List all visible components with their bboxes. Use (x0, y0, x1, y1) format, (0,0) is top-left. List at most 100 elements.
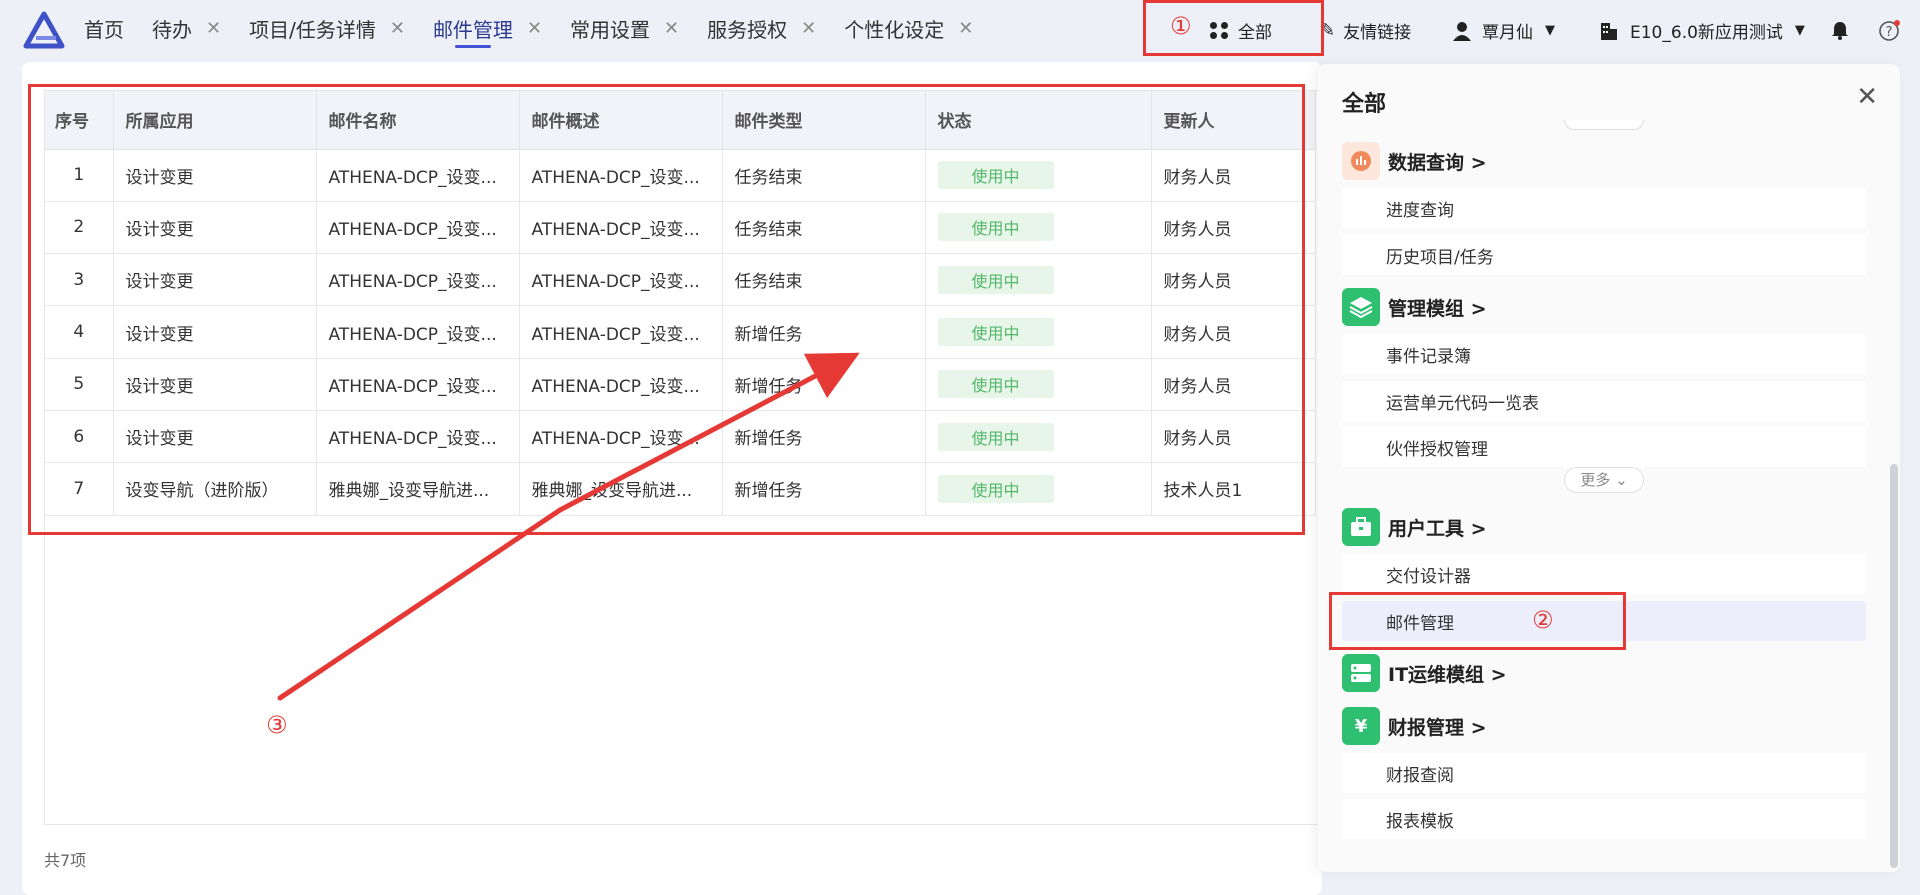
friend-links-button[interactable]: ✎ 友情链接 (1320, 18, 1411, 43)
category-data-query[interactable]: 数据查询 > (1342, 142, 1487, 180)
category-management-module[interactable]: 管理模组 > (1342, 288, 1487, 326)
row-index: 3 (45, 253, 114, 307)
status-badge: 使用中 (937, 422, 1054, 451)
table-cell: ATHENA-DCP_设变... (519, 305, 723, 359)
status-badge: 使用中 (937, 161, 1054, 190)
status-badge: 使用中 (937, 318, 1054, 347)
table-cell: 任务结束 (722, 149, 926, 202)
table-cell: ATHENA-DCP_设变... (519, 253, 723, 307)
annotation-3: ③ (266, 711, 288, 739)
table-cell: 设计变更 (113, 410, 317, 464)
category-it-ops[interactable]: IT运维模组 > (1342, 654, 1507, 692)
column-header[interactable]: 序号 (45, 91, 114, 150)
tab-project-detail[interactable]: 项目/任务详情 ✕ (249, 0, 405, 56)
panel-scrollbar[interactable] (1890, 464, 1898, 868)
more-label: 更多 (1580, 471, 1611, 489)
column-header[interactable]: 更新人 (1151, 91, 1316, 150)
notification-button[interactable] (1830, 20, 1850, 40)
user-icon (1453, 21, 1471, 41)
table-cell: 设计变更 (113, 358, 317, 411)
menu-item-report-view[interactable]: 财报查阅 (1342, 753, 1866, 793)
tenant-selector[interactable]: E10_6.0新应用测试 ▼ (1600, 18, 1805, 43)
table-cell: 财务人员 (1151, 149, 1316, 202)
tab-home[interactable]: 首页 (84, 0, 124, 56)
table-cell: 雅典娜_设变导航进... (316, 462, 520, 516)
menu-item-label: 报表模板 (1386, 811, 1454, 832)
tab-personalization[interactable]: 个性化设定 ✕ (844, 0, 973, 56)
panel-title: 全部 (1342, 92, 1387, 117)
table-cell: ATHENA-DCP_设变... (316, 149, 520, 202)
table-cell: 新增任务 (722, 462, 926, 516)
status-badge: 使用中 (937, 474, 1054, 503)
table-cell: 技术人员1 (1151, 462, 1316, 516)
menu-item-partner-auth[interactable]: 伙伴授权管理 (1342, 427, 1866, 467)
row-index: 6 (45, 410, 114, 464)
table-cell: ATHENA-DCP_设变... (519, 201, 723, 255)
table-cell: 财务人员 (1151, 201, 1316, 255)
tab-label: 常用设置 (570, 17, 651, 42)
collapse-handle[interactable] (1564, 120, 1644, 130)
category-label: IT运维模组 > (1388, 663, 1507, 686)
menu-item-unit-codes[interactable]: 运营单元代码一览表 (1342, 381, 1866, 421)
tab-service-auth[interactable]: 服务授权 ✕ (707, 0, 816, 56)
tab-label: 邮件管理 (432, 17, 513, 42)
row-index: 4 (45, 305, 114, 359)
user-menu[interactable]: 覃月仙 ▼ (1452, 18, 1555, 43)
close-icon[interactable]: ✕ (390, 18, 405, 39)
tab-label: 个性化设定 (844, 17, 945, 42)
table-cell: 设变导航（进阶版） (113, 462, 317, 516)
status-cell: 使用中 (925, 462, 1152, 516)
tab-todo[interactable]: 待办 ✕ (152, 0, 221, 56)
help-button[interactable]: ? (1878, 20, 1900, 42)
tab-common-settings[interactable]: 常用设置 ✕ (570, 0, 679, 56)
table-row[interactable]: 4 设计变更 ATHENA-DCP_设变... ATHENA-DCP_设变... 新增任… (45, 305, 1316, 359)
top-bar: 首页 待办 ✕ 项目/任务详情 ✕ 邮件管理 ✕ 常用设置 ✕ 服务授权 ✕ 个性化设定 ✕… (0, 0, 1920, 62)
menu-item-mail-management[interactable]: 邮件管理 (1342, 601, 1866, 641)
menu-item-progress-query[interactable]: 进度查询 (1342, 188, 1866, 228)
menu-item-event-log[interactable]: 事件记录簿 (1342, 334, 1866, 374)
close-icon[interactable]: ✕ (958, 18, 973, 39)
column-header[interactable]: 所属应用 (113, 91, 317, 150)
status-cell: 使用中 (925, 149, 1152, 202)
building-icon (1601, 22, 1617, 40)
column-header[interactable]: 邮件类型 (722, 91, 926, 150)
close-icon[interactable]: ✕ (1856, 82, 1878, 112)
category-financial-reports[interactable]: ¥ 财报管理 > (1342, 707, 1487, 745)
close-icon[interactable]: ✕ (801, 18, 816, 39)
all-apps-button[interactable]: 全部 (1210, 18, 1272, 43)
menu-item-history-project[interactable]: 历史项目/任务 (1342, 235, 1866, 275)
column-header[interactable]: 邮件名称 (316, 91, 520, 150)
table-cell: 雅典娜_设变导航进... (519, 462, 723, 516)
annotation-1: ① (1170, 12, 1192, 40)
column-header[interactable]: 邮件概述 (519, 91, 723, 150)
menu-item-label: 事件记录簿 (1386, 346, 1471, 367)
table-row[interactable]: 2 设计变更 ATHENA-DCP_设变... ATHENA-DCP_设变... 任务结… (45, 201, 1316, 255)
menu-item-label: 历史项目/任务 (1386, 247, 1494, 268)
table-row[interactable]: 6 设计变更 ATHENA-DCP_设变... ATHENA-DCP_设变... 新增任… (45, 410, 1316, 464)
table-row[interactable]: 3 设计变更 ATHENA-DCP_设变... ATHENA-DCP_设变... 任务结… (45, 253, 1316, 307)
tab-mail-management[interactable]: 邮件管理 ✕ (433, 0, 542, 56)
table-header-row: 序号 所属应用 邮件名称 邮件概述 邮件类型 状态 更新人 (45, 91, 1316, 150)
table-cell: ATHENA-DCP_设变... (316, 201, 520, 255)
table-cell: 财务人员 (1151, 305, 1316, 359)
menu-item-report-template[interactable]: 报表模板 (1342, 799, 1866, 839)
more-button[interactable]: 更多 ⌄ (1564, 467, 1644, 493)
status-cell: 使用中 (925, 253, 1152, 307)
close-icon[interactable]: ✕ (527, 18, 542, 39)
menu-item-delivery-designer[interactable]: 交付设计器 (1342, 554, 1866, 594)
user-name: 覃月仙 (1482, 23, 1533, 43)
all-apps-label: 全部 (1238, 23, 1272, 43)
table-row[interactable]: 7 设变导航（进阶版） 雅典娜_设变导航进... 雅典娜_设变导航进... 新增任务 使用… (45, 462, 1316, 516)
grid-icon (1210, 21, 1228, 40)
category-user-tools[interactable]: 用户工具 > (1342, 508, 1487, 546)
app-logo[interactable] (22, 10, 66, 50)
annotation-2: ② (1532, 606, 1554, 634)
close-icon[interactable]: ✕ (664, 18, 679, 39)
close-icon[interactable]: ✕ (206, 18, 221, 39)
table-row[interactable]: 1 设计变更 ATHENA-DCP_设变... ATHENA-DCP_设变... 任务结… (45, 149, 1316, 202)
column-header[interactable]: 状态 (925, 91, 1152, 150)
total-count: 共7项 (44, 851, 87, 870)
table-row[interactable]: 5 设计变更 ATHENA-DCP_设变... ATHENA-DCP_设变... 新增任… (45, 358, 1316, 411)
layers-icon (1342, 288, 1380, 326)
tab-label: 服务授权 (707, 17, 788, 42)
